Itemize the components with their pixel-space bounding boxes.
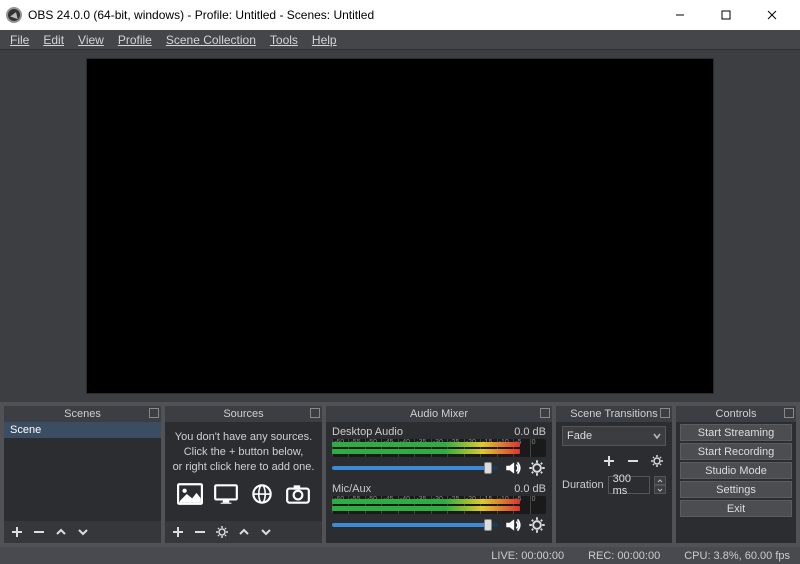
- move-scene-up-button[interactable]: [52, 523, 70, 541]
- docks: Scenes Scene Sources You don't have any …: [0, 402, 800, 547]
- add-source-button[interactable]: [169, 523, 187, 541]
- statusbar: LIVE: 00:00:00 REC: 00:00:00 CPU: 3.8%, …: [0, 547, 800, 564]
- chevron-down-icon: [653, 432, 661, 440]
- mixer-meter: -60-55-50-45-40-35-30-25-20-15-10-50: [332, 496, 546, 514]
- duration-down-button[interactable]: [654, 485, 666, 494]
- duration-label: Duration: [562, 479, 604, 491]
- sources-empty-message: You don't have any sources. Click the + …: [165, 422, 322, 511]
- exit-button[interactable]: Exit: [680, 500, 792, 517]
- channel-settings-button[interactable]: [528, 459, 546, 477]
- settings-button[interactable]: Settings: [680, 481, 792, 498]
- studio-mode-button[interactable]: Studio Mode: [680, 462, 792, 479]
- transitions-body: Fade Duration 300 ms: [556, 422, 672, 543]
- dock-scenes-header[interactable]: Scenes: [4, 406, 161, 422]
- sources-list[interactable]: You don't have any sources. Click the + …: [165, 422, 322, 521]
- transition-properties-button[interactable]: [648, 452, 666, 470]
- dock-sources: Sources You don't have any sources. Clic…: [165, 406, 322, 543]
- mute-button[interactable]: [504, 516, 522, 534]
- display-source-icon: [211, 481, 241, 507]
- menu-tools[interactable]: Tools: [264, 31, 304, 49]
- mixer-channel: Mic/Aux 0.0 dB -60-55-50-45-40-35-30-25-…: [332, 483, 546, 534]
- dock-scenes: Scenes Scene: [4, 406, 161, 543]
- mixer-volume-slider[interactable]: [332, 523, 498, 527]
- add-scene-button[interactable]: [8, 523, 26, 541]
- menubar: File Edit View Profile Scene Collection …: [0, 30, 800, 50]
- preview-area: [0, 50, 800, 402]
- add-transition-button[interactable]: [600, 452, 618, 470]
- obs-app-icon: [6, 7, 22, 23]
- move-source-up-button[interactable]: [235, 523, 253, 541]
- menu-help[interactable]: Help: [306, 31, 343, 49]
- transition-select[interactable]: Fade: [562, 426, 666, 446]
- remove-source-button[interactable]: [191, 523, 209, 541]
- status-rec: REC: 00:00:00: [588, 550, 660, 562]
- scene-item[interactable]: Scene: [4, 422, 161, 438]
- remove-scene-button[interactable]: [30, 523, 48, 541]
- mixer-channel: Desktop Audio 0.0 dB -60-55-50-45-40-35-…: [332, 426, 546, 477]
- mixer-channel-db: 0.0 dB: [514, 426, 546, 438]
- source-properties-button[interactable]: [213, 523, 231, 541]
- maximize-button[interactable]: [704, 1, 748, 29]
- dock-transitions: Scene Transitions Fade Duration 300 ms: [556, 406, 672, 543]
- close-button[interactable]: [750, 1, 794, 29]
- globe-source-icon: [247, 481, 277, 507]
- dock-mixer: Audio Mixer Desktop Audio 0.0 dB -60-55-…: [326, 406, 552, 543]
- dock-controls-header[interactable]: Controls: [676, 406, 796, 422]
- window-buttons: [658, 1, 794, 29]
- remove-transition-button[interactable]: [624, 452, 642, 470]
- mixer-body: Desktop Audio 0.0 dB -60-55-50-45-40-35-…: [326, 422, 552, 543]
- duration-input[interactable]: 300 ms: [608, 476, 650, 494]
- status-cpu: CPU: 3.8%, 60.00 fps: [684, 550, 790, 562]
- titlebar: OBS 24.0.0 (64-bit, windows) - Profile: …: [0, 0, 800, 30]
- popout-icon[interactable]: [540, 408, 550, 418]
- status-live: LIVE: 00:00:00: [491, 550, 564, 562]
- dock-transitions-header[interactable]: Scene Transitions: [556, 406, 672, 422]
- mute-button[interactable]: [504, 459, 522, 477]
- popout-icon[interactable]: [149, 408, 159, 418]
- window-title: OBS 24.0.0 (64-bit, windows) - Profile: …: [28, 8, 658, 22]
- preview-canvas[interactable]: [87, 59, 713, 393]
- popout-icon[interactable]: [784, 408, 794, 418]
- scenes-list[interactable]: Scene: [4, 422, 161, 521]
- dock-controls: Controls Start Streaming Start Recording…: [676, 406, 796, 543]
- mixer-channel-name: Desktop Audio: [332, 426, 403, 438]
- move-source-down-button[interactable]: [257, 523, 275, 541]
- move-scene-down-button[interactable]: [74, 523, 92, 541]
- controls-body: Start Streaming Start Recording Studio M…: [676, 422, 796, 543]
- popout-icon[interactable]: [310, 408, 320, 418]
- mixer-channel-db: 0.0 dB: [514, 483, 546, 495]
- menu-scene-collection[interactable]: Scene Collection: [160, 31, 262, 49]
- menu-view[interactable]: View: [72, 31, 110, 49]
- camera-source-icon: [283, 481, 313, 507]
- mixer-channel-name: Mic/Aux: [332, 483, 371, 495]
- channel-settings-button[interactable]: [528, 516, 546, 534]
- menu-file[interactable]: File: [4, 31, 35, 49]
- mixer-volume-slider[interactable]: [332, 466, 498, 470]
- duration-up-button[interactable]: [654, 476, 666, 485]
- menu-profile[interactable]: Profile: [112, 31, 158, 49]
- mixer-meter: -60-55-50-45-40-35-30-25-20-15-10-50: [332, 439, 546, 457]
- sources-toolbar: [165, 521, 322, 543]
- dock-mixer-header[interactable]: Audio Mixer: [326, 406, 552, 422]
- minimize-button[interactable]: [658, 1, 702, 29]
- start-recording-button[interactable]: Start Recording: [680, 443, 792, 460]
- image-source-icon: [175, 481, 205, 507]
- menu-edit[interactable]: Edit: [37, 31, 70, 49]
- dock-sources-header[interactable]: Sources: [165, 406, 322, 422]
- popout-icon[interactable]: [660, 408, 670, 418]
- scenes-toolbar: [4, 521, 161, 543]
- start-streaming-button[interactable]: Start Streaming: [680, 424, 792, 441]
